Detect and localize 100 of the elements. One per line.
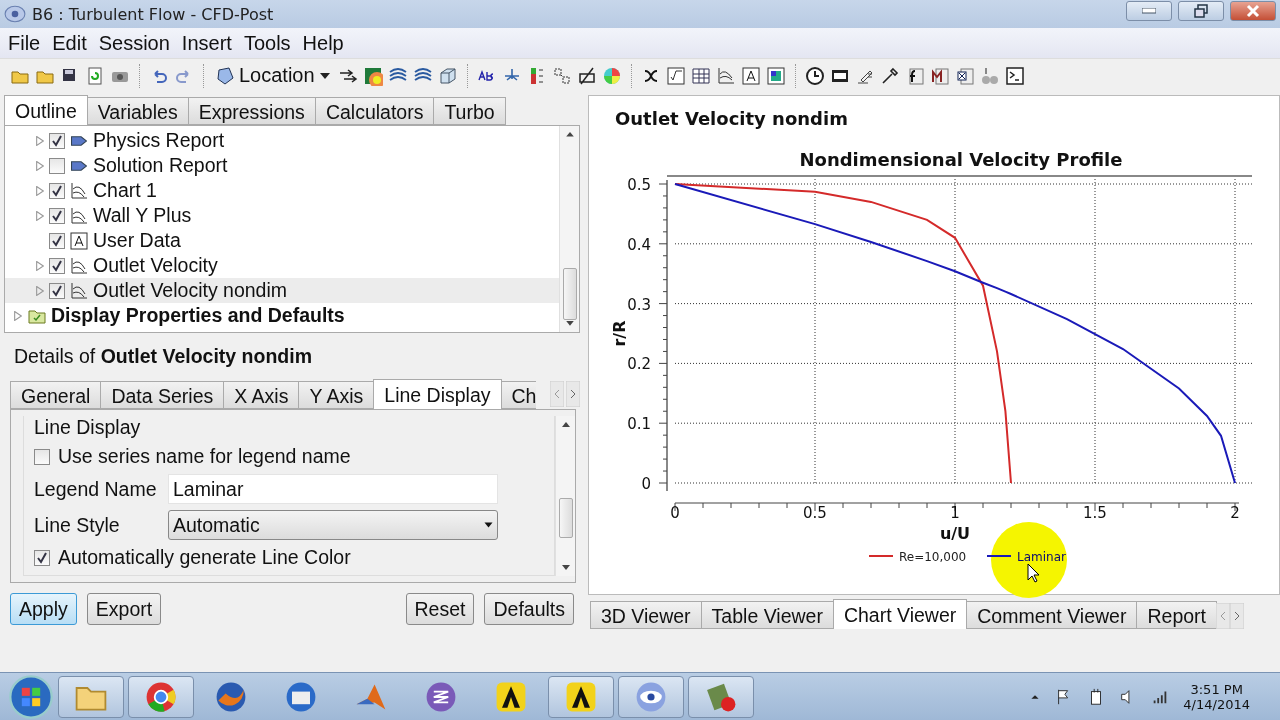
expand-arrow-icon[interactable] <box>36 260 44 271</box>
expand-arrow-icon[interactable] <box>36 160 44 171</box>
restore-button[interactable] <box>1178 1 1224 21</box>
table-icon[interactable] <box>690 65 711 86</box>
field-label: Legend Name <box>34 477 158 501</box>
button[interactable]: Export <box>86 593 162 625</box>
y-tick-label: 0.2 <box>627 355 651 374</box>
tab[interactable]: General <box>10 381 102 409</box>
close-button[interactable] <box>1230 1 1276 21</box>
menu-item[interactable]: File <box>4 31 49 55</box>
expand-arrow-icon[interactable] <box>36 135 44 146</box>
button[interactable]: Defaults <box>484 593 574 625</box>
scroll-right-icon[interactable] <box>566 381 580 407</box>
legend-label: Laminar <box>1017 550 1066 564</box>
line-style-select[interactable]: Automatic <box>168 510 498 540</box>
clip-icon[interactable] <box>576 65 597 86</box>
tree-item[interactable]: Display Properties and Defaults <box>5 303 559 328</box>
letter-a-icon[interactable] <box>740 65 761 86</box>
tab[interactable]: Chart Viewer <box>832 599 968 629</box>
report-icon <box>71 135 87 146</box>
checkbox[interactable] <box>49 257 65 274</box>
details-heading: Details of Outlet Velocity nondim <box>13 344 313 369</box>
checkbox[interactable] <box>34 549 50 566</box>
tree-item[interactable]: Physics Report <box>5 128 559 153</box>
tree-item[interactable]: Outlet Velocity <box>5 253 559 278</box>
tab[interactable]: X Axis <box>223 381 300 409</box>
grid-icon[interactable] <box>954 65 975 86</box>
chart-icon <box>69 205 89 226</box>
tree-item[interactable]: Solution Report <box>5 153 559 178</box>
checkbox[interactable] <box>49 207 65 224</box>
legend-name-field[interactable]: Laminar <box>168 474 498 504</box>
checkbox[interactable] <box>49 157 65 174</box>
caret-icon <box>484 522 493 528</box>
y-tick-label: 0 <box>641 475 651 493</box>
tree-item[interactable]: Chart 1 <box>5 178 559 203</box>
x-tick-label: 1.5 <box>1083 504 1107 522</box>
location-dropdown[interactable]: Location <box>213 64 333 87</box>
terminal-icon[interactable] <box>1004 65 1025 86</box>
scroll-right-icon[interactable] <box>1230 603 1244 629</box>
menu-item[interactable]: Tools <box>239 31 299 55</box>
scrollbar[interactable] <box>555 416 575 576</box>
checkbox[interactable] <box>49 182 65 199</box>
colored-cube-icon[interactable] <box>765 65 786 86</box>
scrollbar-thumb[interactable] <box>562 267 577 321</box>
minimize-button[interactable] <box>1126 1 1172 21</box>
menu-item[interactable]: Help <box>298 31 352 55</box>
menu-item[interactable]: Session <box>94 31 178 55</box>
expand-arrow-icon[interactable] <box>36 185 44 196</box>
macro-icon[interactable] <box>929 65 950 86</box>
tab[interactable]: Report <box>1136 601 1217 629</box>
tab[interactable]: Table Viewer <box>700 601 834 629</box>
tab[interactable]: Data Series <box>100 381 225 409</box>
tab[interactable]: Turbo <box>433 97 506 125</box>
tab[interactable]: Line Display <box>373 379 502 409</box>
color-wheel-icon[interactable] <box>601 65 622 86</box>
button[interactable]: Reset <box>405 593 475 625</box>
scroll-down-icon[interactable] <box>560 564 571 572</box>
refresh-icon[interactable] <box>85 65 105 86</box>
tree-item[interactable]: User Data <box>5 228 559 253</box>
x-tick-label: 2 <box>1230 504 1240 522</box>
expand-arrow-icon[interactable] <box>14 310 22 321</box>
menu-item[interactable]: Insert <box>177 31 240 55</box>
scroll-up-icon[interactable] <box>564 130 575 138</box>
tree-item[interactable]: Outlet Velocity nondim <box>5 278 559 303</box>
clock-time[interactable]: 3:51 PM <box>1190 681 1243 697</box>
tab[interactable]: Calculators <box>314 97 435 125</box>
restore-icon <box>1194 4 1208 18</box>
caret-icon <box>318 71 331 80</box>
tab[interactable]: Ch <box>500 381 537 409</box>
cube-icon[interactable] <box>437 65 458 86</box>
formula-icon[interactable] <box>665 65 686 86</box>
checkbox[interactable] <box>34 448 50 465</box>
tab[interactable]: Outline <box>4 95 88 125</box>
checkbox[interactable] <box>49 232 65 249</box>
tab[interactable]: 3D Viewer <box>590 601 702 629</box>
taskbar-button[interactable] <box>548 675 614 718</box>
clock-icon[interactable] <box>804 65 825 86</box>
checkbox-label: Automatically generate Line Color <box>58 546 351 569</box>
tab[interactable]: Comment Viewer <box>966 601 1138 629</box>
scroll-up-icon[interactable] <box>560 420 571 428</box>
panel-title: Outlet Velocity nondim <box>614 107 849 131</box>
button[interactable]: Apply <box>10 593 77 625</box>
clock-date[interactable]: 4/14/2014 <box>1183 696 1250 712</box>
tab[interactable]: Expressions <box>187 97 316 125</box>
legend-label: Re=10,000 <box>899 550 967 564</box>
tab[interactable]: Variables <box>86 97 189 125</box>
contour-icon[interactable] <box>362 65 383 86</box>
scrollbar-thumb[interactable] <box>558 498 573 538</box>
expand-arrow-icon[interactable] <box>36 210 44 221</box>
checkbox[interactable] <box>49 282 65 299</box>
menu-item[interactable]: Edit <box>48 31 95 55</box>
checkbox[interactable] <box>49 132 65 149</box>
scrollbar[interactable] <box>559 126 579 332</box>
window-title: B6 : Turbulent Flow - CFD-Post <box>32 4 275 24</box>
start-button[interactable] <box>8 673 54 720</box>
chart-icon[interactable] <box>715 65 736 86</box>
location-icon <box>215 65 235 86</box>
field-label: Line Style <box>34 513 121 537</box>
tab[interactable]: Y Axis <box>298 381 375 409</box>
tree-item[interactable]: Wall Y Plus <box>5 203 559 228</box>
